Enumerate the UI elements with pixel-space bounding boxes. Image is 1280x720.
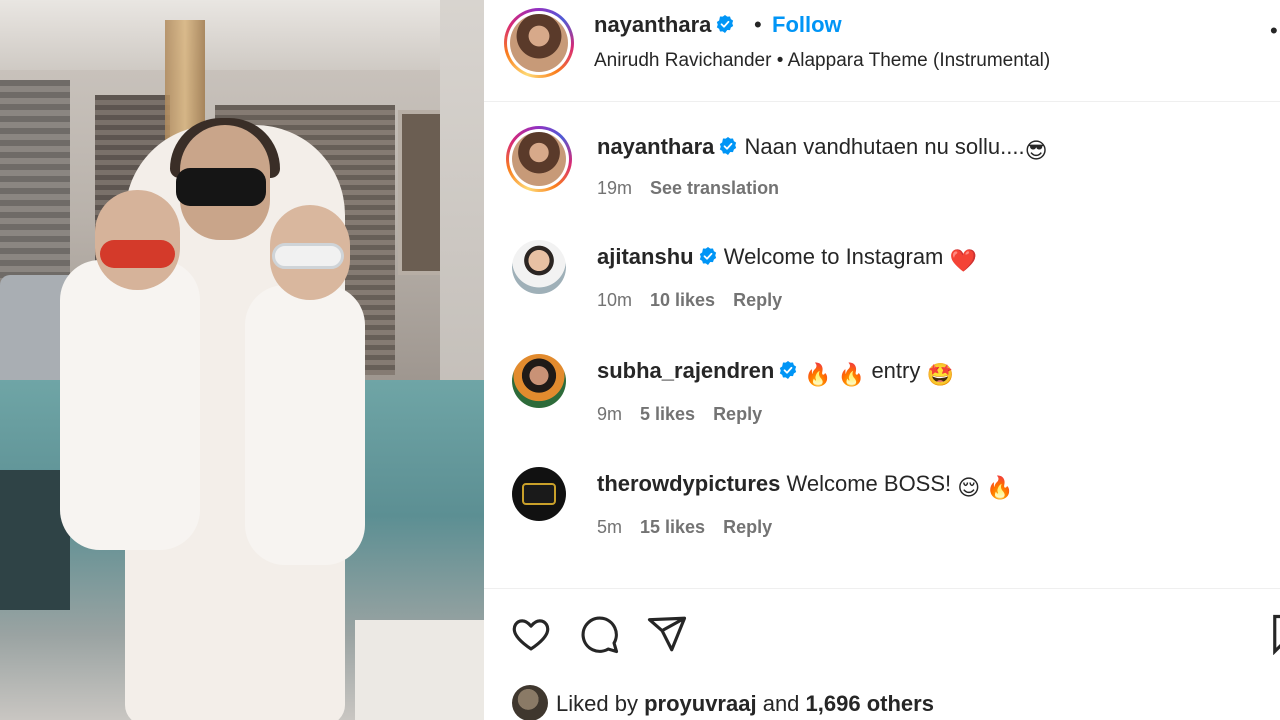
like-heart-icon[interactable] [510,613,552,655]
comment-avatar[interactable] [512,240,566,294]
comment-body: Welcome to Instagram [723,244,944,269]
more-dots-icon[interactable]: • [1270,18,1278,44]
comment-username[interactable]: therowdypictures [597,471,780,496]
comment-username[interactable]: subha_rajendren [597,358,774,383]
reply-button[interactable]: Reply [713,404,762,424]
liked-by-user[interactable]: proyuvraaj [644,691,757,716]
comment-time: 5m [597,517,623,537]
comments-list: nayanthara Naan vandhutaen nu sollu....😎… [484,102,1280,588]
liked-by-and: and [762,691,800,716]
see-translation-button[interactable]: See translation [650,178,779,198]
comment-likes[interactable]: 15 likes [640,517,705,537]
reply-button[interactable]: Reply [723,517,772,537]
caption-body: Naan vandhutaen nu sollu.... [744,134,1025,159]
photo-sunglasses [176,168,266,206]
verified-badge-icon [717,15,734,33]
photo-rug [355,620,484,720]
comment-meta: 5m 15 likes Reply [597,517,790,538]
header-separator: • [754,12,762,37]
likes-summary[interactable]: Liked by proyuvraaj and 1,696 others [512,685,934,720]
comment-bubble-icon[interactable] [578,613,620,655]
comment-time: 9m [597,404,623,424]
caption-author-avatar[interactable] [506,126,572,192]
photo-baby-left-glasses [100,240,175,268]
comment-meta: 9m 5 likes Reply [597,404,780,425]
comment-username[interactable]: ajitanshu [597,244,694,269]
sunglasses-emoji-icon: 😎 [1024,138,1048,163]
follow-button[interactable]: Follow [772,12,842,38]
comment-likes[interactable]: 5 likes [640,404,695,424]
photo-baby-right-glasses [272,243,344,269]
caption-username[interactable]: nayanthara [597,134,714,159]
star-struck-emoji-icon: 🤩 [926,362,954,387]
save-bookmark-icon[interactable] [1270,613,1280,655]
liked-by-avatar[interactable] [512,685,548,720]
liked-by-others[interactable]: 1,696 others [806,691,934,716]
liked-by-prefix: Liked by [556,691,638,716]
comment-body: entry [871,358,921,383]
reply-button[interactable]: Reply [733,290,782,310]
comment-meta: 10m 10 likes Reply [597,290,800,311]
comment-item: ajitanshu Welcome to Instagram ❤️ 10m 10 … [484,240,1280,320]
relieved-fire-emoji-icon: 😌 🔥 [957,475,1014,500]
verified-badge-icon [699,247,716,265]
post-header: nayanthara • Follow Anirudh Ravichander … [484,0,1280,102]
verified-badge-icon [780,361,797,379]
caption-text: nayanthara Naan vandhutaen nu sollu....😎 [597,134,1048,164]
comment-text: subha_rajendren 🔥 🔥 entry 🤩 [597,358,954,388]
fire-emoji-icon: 🔥 🔥 [804,362,866,387]
comment-body: Welcome BOSS! [786,471,952,496]
author-username[interactable]: nayanthara [594,12,735,38]
comment-likes[interactable]: 10 likes [650,290,715,310]
comment-avatar[interactable] [512,354,566,408]
post-details-panel: nayanthara • Follow Anirudh Ravichander … [484,0,1280,720]
audio-track-link[interactable]: Anirudh Ravichander • Alappara Theme (In… [594,50,1050,72]
comment-item: subha_rajendren 🔥 🔥 entry 🤩 9m 5 likes Rep… [484,354,1280,434]
comment-text: therowdypictures Welcome BOSS! 😌 🔥 [597,471,1014,501]
share-send-icon[interactable] [646,613,688,655]
author-username-text[interactable]: nayanthara [594,12,711,37]
caption-item: nayanthara Naan vandhutaen nu sollu....😎… [484,126,1280,216]
verified-badge-icon [720,137,737,155]
photo-baby-left [60,260,200,550]
comment-item: therowdypictures Welcome BOSS! 😌 🔥 5m 15 … [484,467,1280,547]
photo-baby-right [245,285,365,565]
comment-avatar[interactable] [512,467,566,521]
red-heart-emoji-icon: ❤️ [949,248,977,273]
photo-ceiling [0,0,484,70]
author-avatar[interactable] [504,8,574,78]
rowdy-pictures-logo-icon [522,483,556,505]
post-actions-bar: Liked by proyuvraaj and 1,696 others [484,588,1280,720]
caption-time: 19m [597,178,633,198]
photo-wall-art [398,110,446,275]
caption-meta: 19m See translation [597,178,797,199]
comment-time: 10m [597,290,633,310]
post-photo[interactable] [0,0,484,720]
comment-text: ajitanshu Welcome to Instagram ❤️ [597,244,977,274]
